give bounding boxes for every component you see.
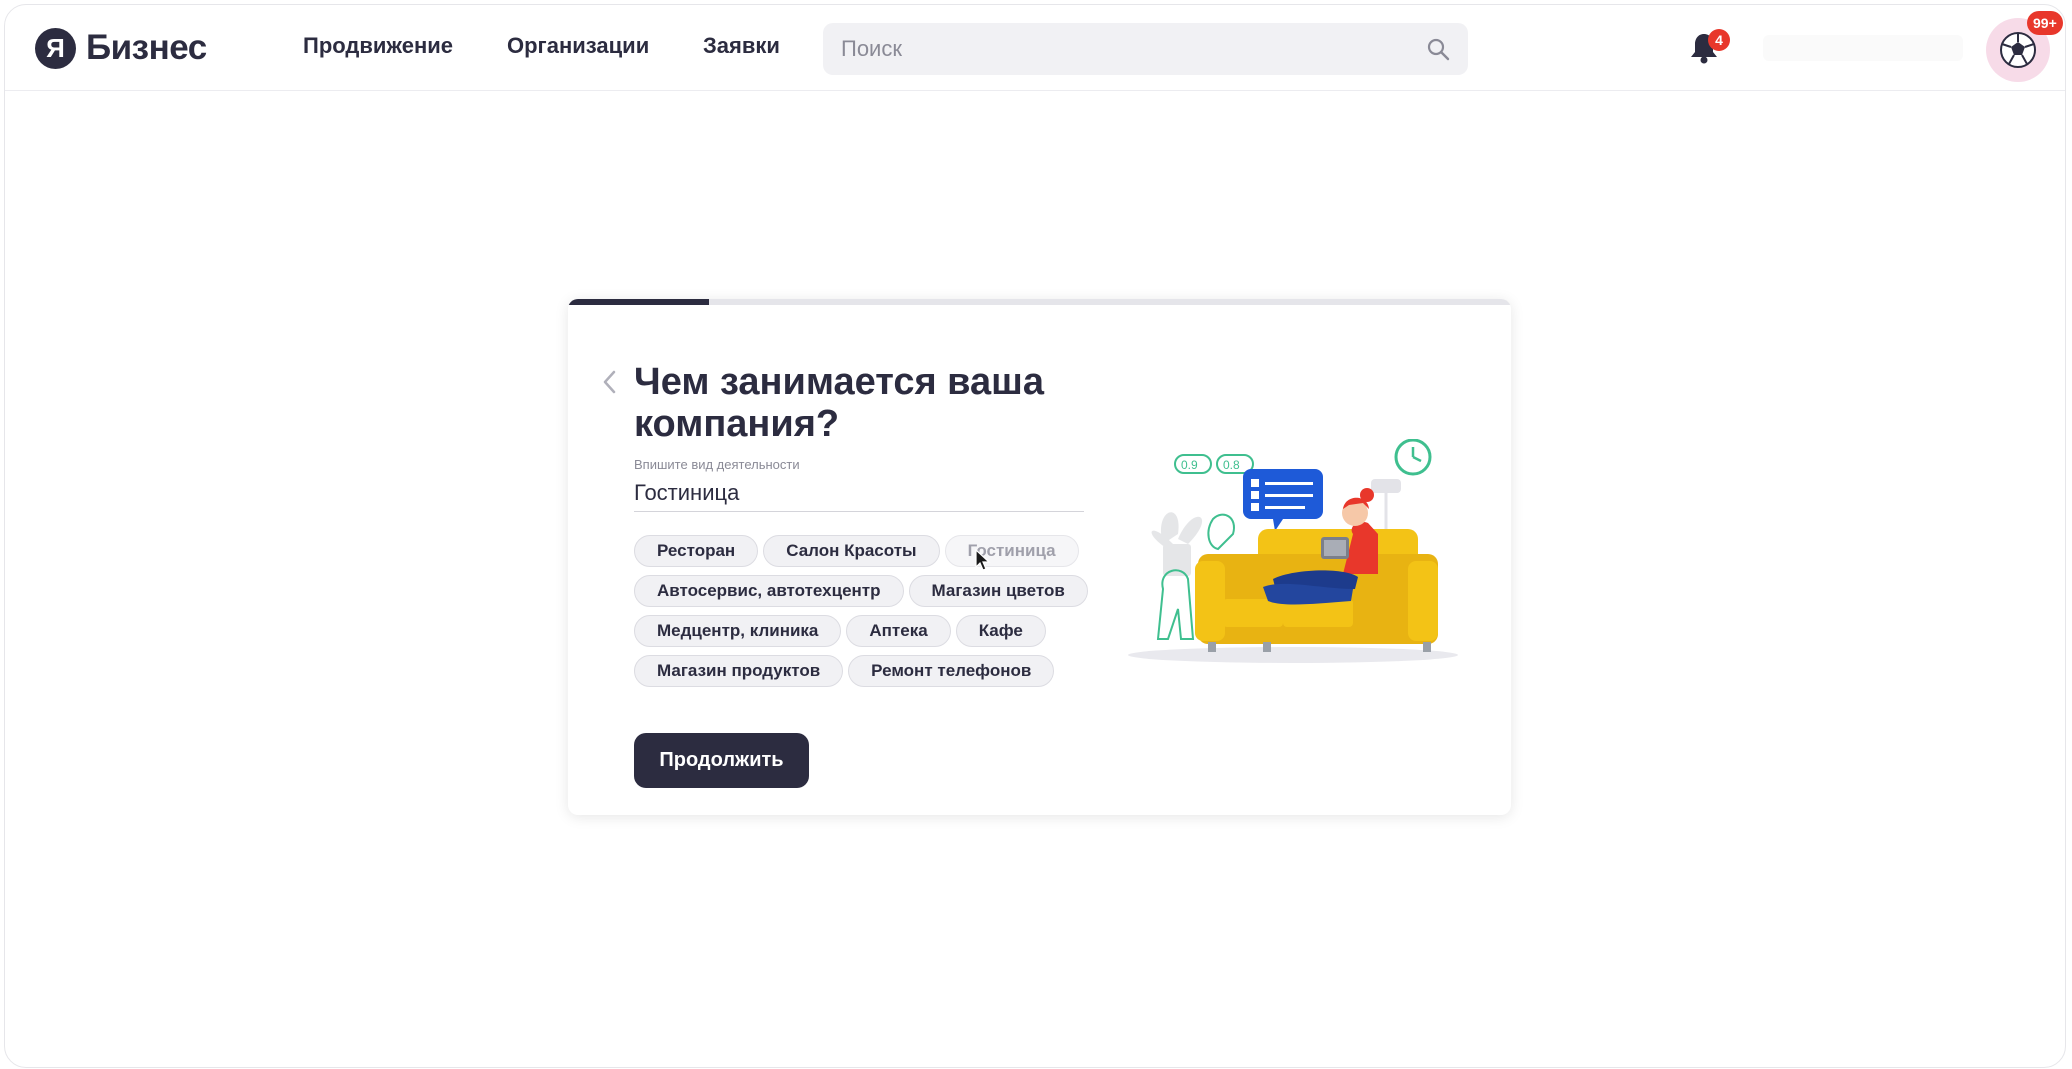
- user-name-placeholder[interactable]: [1763, 35, 1963, 61]
- activity-input[interactable]: [634, 475, 1084, 512]
- chip-pharmacy[interactable]: Аптека: [846, 615, 951, 647]
- notifications-badge: 4: [1708, 29, 1730, 51]
- search-icon[interactable]: [1426, 37, 1450, 61]
- chat-bubble: [1243, 469, 1323, 531]
- chip-medical-center[interactable]: Медцентр, клиника: [634, 615, 842, 647]
- chip-row: Ресторан Салон Красоты Гостиница: [634, 535, 1084, 567]
- soccer-ball-icon: [2000, 32, 2036, 68]
- rating-label-2: 0.8: [1223, 458, 1240, 472]
- top-header: Я Бизнес Продвижение Организации Заявки …: [5, 5, 2065, 91]
- woman-on-sofa-illustration: 0.9 0.8: [1128, 439, 1458, 663]
- search-input[interactable]: [823, 23, 1421, 75]
- activity-field-label: Впишите вид деятельности: [634, 457, 800, 472]
- chip-row: Автосервис, автотехцентр Магазин цветов: [634, 575, 1088, 607]
- back-arrow-icon[interactable]: [600, 367, 620, 397]
- suggestion-chips: Ресторан Салон Красоты Гостиница Автосер…: [634, 535, 1088, 695]
- nav-promotion[interactable]: Продвижение: [303, 33, 453, 59]
- progress-fill: [568, 299, 710, 305]
- logo-text: Бизнес: [86, 28, 207, 67]
- page-title: Чем занимается ваша компания?: [634, 361, 1044, 445]
- chip-phone-repair[interactable]: Ремонт телефонов: [848, 655, 1055, 687]
- chip-car-service[interactable]: Автосервис, автотехцентр: [634, 575, 904, 607]
- chip-grocery-store[interactable]: Магазин продуктов: [634, 655, 844, 687]
- continue-button[interactable]: Продолжить: [634, 733, 809, 788]
- nav-requests[interactable]: Заявки: [703, 33, 780, 59]
- clock-icon: [1394, 439, 1432, 476]
- app-window: Я Бизнес Продвижение Организации Заявки …: [4, 4, 2066, 1068]
- search-box: [823, 23, 1468, 75]
- rating-label-1: 0.9: [1181, 458, 1198, 472]
- avatar-badge: 99+: [2027, 11, 2063, 35]
- chip-beauty-salon[interactable]: Салон Красоты: [763, 535, 940, 567]
- chip-restaurant[interactable]: Ресторан: [634, 535, 759, 567]
- mouse-cursor-icon: [975, 549, 991, 571]
- chip-hotel[interactable]: Гостиница: [944, 535, 1079, 567]
- chip-row: Медцентр, клиника Аптека Кафе: [634, 615, 1084, 647]
- onboarding-card: Чем занимается ваша компания? Впишите ви…: [568, 299, 1511, 815]
- nav-organizations[interactable]: Организации: [507, 33, 649, 59]
- chip-cafe[interactable]: Кафе: [955, 615, 1046, 647]
- logo[interactable]: Я Бизнес: [35, 27, 207, 69]
- logo-mark: Я: [35, 27, 76, 69]
- progress-bar: [568, 299, 1511, 305]
- rating-labels: 0.9 0.8: [1174, 454, 1254, 474]
- chip-flower-shop[interactable]: Магазин цветов: [908, 575, 1088, 607]
- chip-row: Магазин продуктов Ремонт телефонов: [634, 655, 1084, 687]
